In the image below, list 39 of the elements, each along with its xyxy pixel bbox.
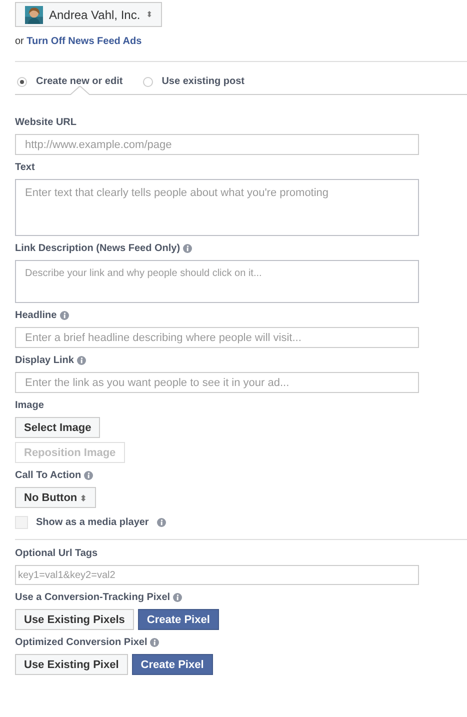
- field-label: Text: [15, 162, 35, 173]
- text-input[interactable]: Enter a brief headline describing where people will visit...: [15, 327, 419, 348]
- account-selector[interactable]: Andrea Vahl, Inc. ⬍: [15, 2, 162, 27]
- field-label: Optimized Conversion Pixel: [15, 637, 148, 648]
- text-input[interactable]: Enter the link as you want people to see it in your ad...: [15, 372, 419, 393]
- turn-off-link[interactable]: Turn Off News Feed Ads: [26, 36, 142, 47]
- info-icon[interactable]: [150, 638, 160, 647]
- text-input[interactable]: http://www.example.com/page: [15, 134, 419, 155]
- post-option[interactable]: Create new or edit: [17, 76, 123, 87]
- info-icon[interactable]: [183, 244, 192, 253]
- info-icon[interactable]: [84, 471, 94, 480]
- field-label: Image: [15, 400, 44, 411]
- checkbox-label: Show as a media player: [36, 517, 149, 528]
- info-icon[interactable]: [76, 356, 86, 365]
- text-area[interactable]: Describe your link and why people should click on it...: [15, 260, 419, 303]
- info-icon[interactable]: [173, 593, 182, 602]
- text-area[interactable]: Enter text that clearly tells people about what you're promoting: [15, 179, 419, 236]
- field-label: Use a Conversion-Tracking Pixel: [15, 592, 170, 603]
- text-input[interactable]: key1=val1&key2=val2: [15, 565, 419, 585]
- button[interactable]: Use Existing Pixels: [15, 609, 134, 630]
- post-option[interactable]: Use existing post: [142, 76, 245, 87]
- primary-button[interactable]: Create Pixel: [138, 609, 219, 630]
- checkbox-row[interactable]: Show as a media player: [15, 516, 452, 529]
- radio-button[interactable]: [17, 76, 27, 86]
- checkbox[interactable]: [15, 516, 28, 529]
- info-icon[interactable]: [156, 518, 166, 527]
- field-label: Link Description (News Feed Only): [15, 243, 180, 254]
- field-label: Website URL: [15, 117, 76, 128]
- dropdown[interactable]: No Button ⬍: [15, 487, 96, 508]
- radio-button[interactable]: [142, 76, 153, 86]
- field-label: Display Link: [15, 355, 74, 366]
- primary-button[interactable]: Create Pixel: [132, 654, 213, 675]
- opt-out-text: or Turn Off News Feed Ads: [15, 36, 143, 47]
- button[interactable]: Select Image: [15, 417, 100, 438]
- field-label: Headline: [15, 310, 57, 321]
- field-label: Optional Url Tags: [15, 548, 98, 559]
- button[interactable]: Use Existing Pixel: [15, 654, 128, 675]
- field-label: Call To Action: [15, 470, 82, 481]
- info-icon[interactable]: [60, 311, 69, 320]
